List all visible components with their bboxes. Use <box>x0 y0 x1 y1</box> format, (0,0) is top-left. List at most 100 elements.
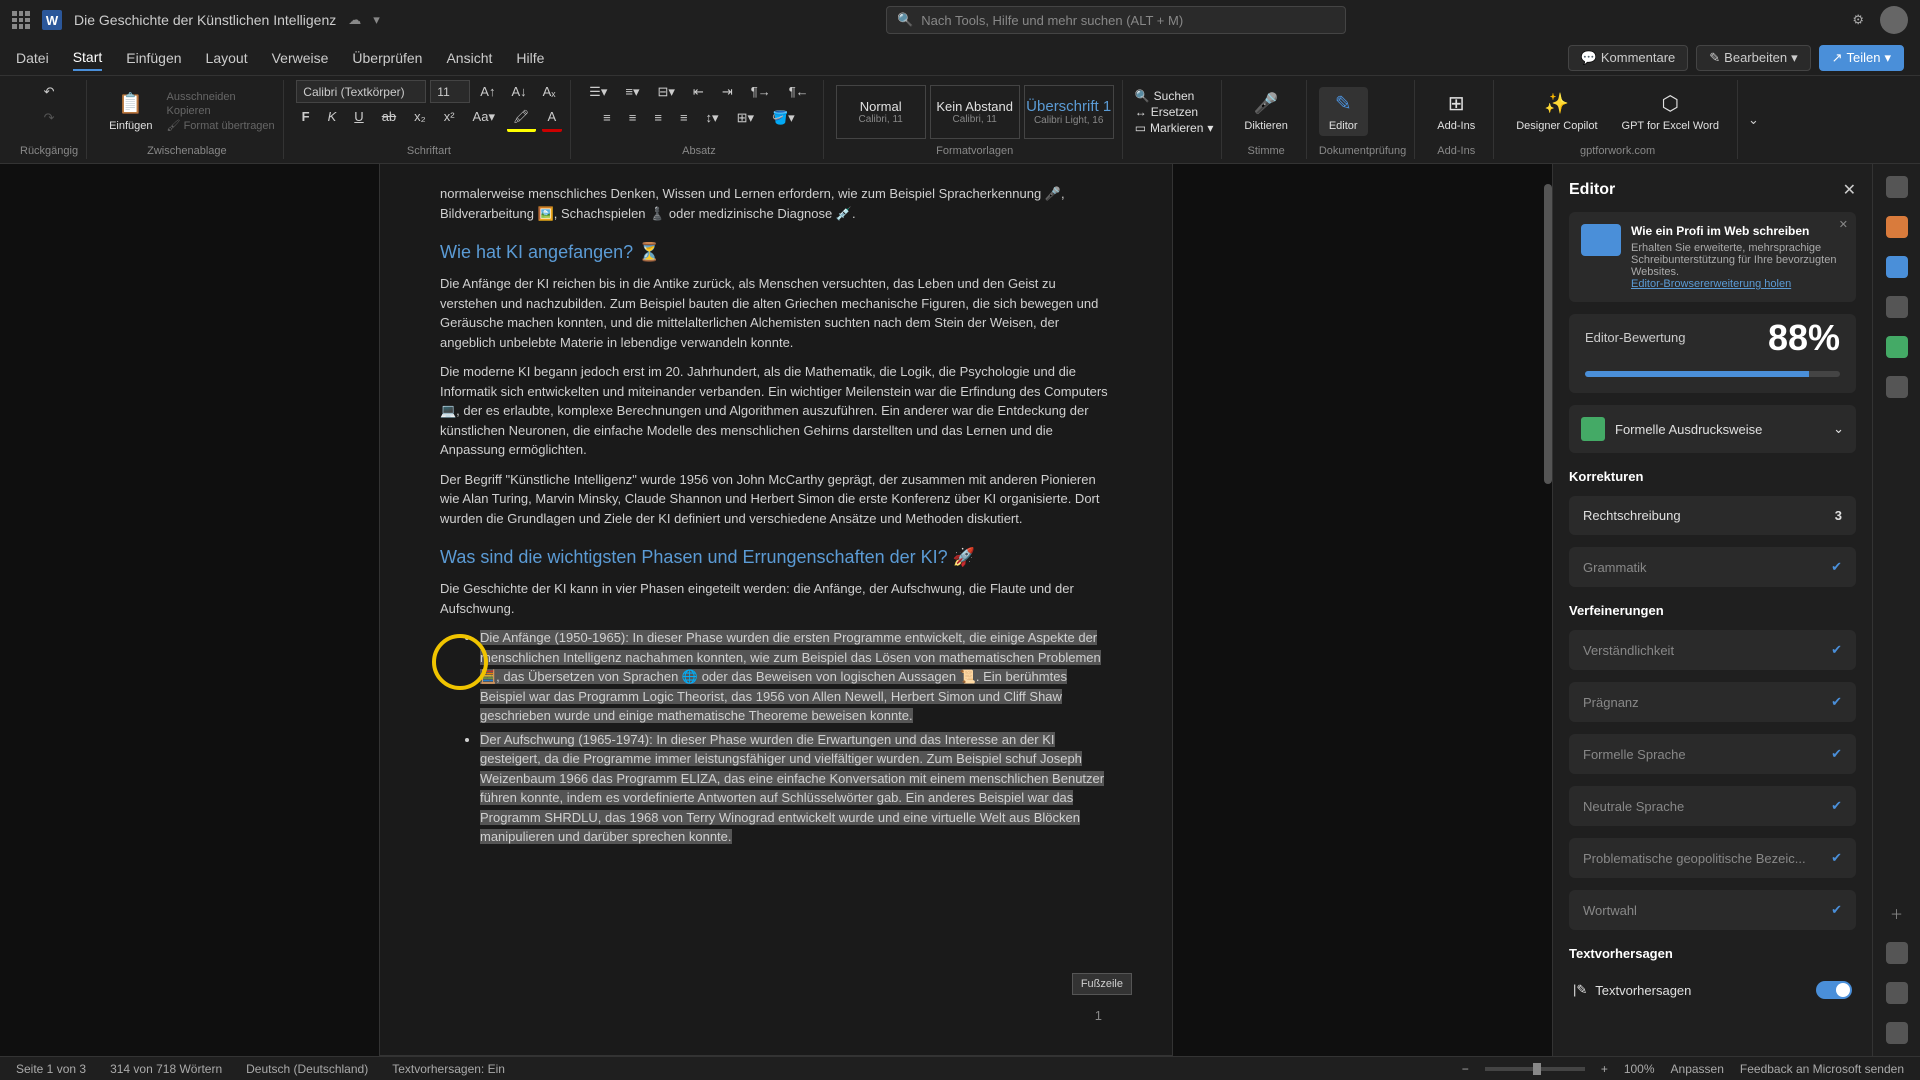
dropdown-icon[interactable]: ▾ <box>373 12 380 28</box>
writing-style-selector[interactable]: Formelle Ausdrucksweise ⌄ <box>1569 405 1856 453</box>
score-card[interactable]: Editor-Bewertung 88% <box>1569 314 1856 393</box>
rail-app-icon[interactable] <box>1886 256 1908 278</box>
underline-button[interactable]: U <box>348 105 369 132</box>
predictions-toggle[interactable] <box>1816 981 1852 999</box>
promo-link[interactable]: Editor-Browsererweiterung holen <box>1631 278 1791 290</box>
refinement-item[interactable]: Wortwahl <box>1569 890 1856 930</box>
justify-button[interactable]: ≡ <box>674 106 694 130</box>
case-button[interactable]: Aa▾ <box>467 105 501 132</box>
page-indicator[interactable]: Seite 1 von 3 <box>16 1062 86 1076</box>
cut-button[interactable]: Ausschneiden <box>167 91 275 103</box>
redo-button[interactable]: ↷ <box>38 106 61 130</box>
refinement-item[interactable]: Prägnanz <box>1569 682 1856 722</box>
list-item[interactable]: Die Anfänge (1950-1965): In dieser Phase… <box>480 628 1112 726</box>
tab-datei[interactable]: Datei <box>16 46 49 70</box>
font-size-select[interactable] <box>430 80 470 103</box>
highlight-button[interactable]: 🖍 <box>507 105 536 132</box>
ribbon-collapse-button[interactable]: ⌄ <box>1742 108 1765 132</box>
select-button[interactable]: ▭ Markieren ▾ <box>1135 121 1214 135</box>
italic-button[interactable]: K <box>322 105 343 132</box>
line-spacing-button[interactable]: ↕▾ <box>700 106 725 130</box>
rail-app-icon[interactable] <box>1886 296 1908 318</box>
bullets-button[interactable]: ☰▾ <box>583 80 613 104</box>
refinement-item[interactable]: Formelle Sprache <box>1569 734 1856 774</box>
rail-app-icon[interactable] <box>1886 982 1908 1004</box>
edit-mode-button[interactable]: ✎ Bearbeiten ▾ <box>1696 45 1810 71</box>
format-painter-button[interactable]: 🖌 Format übertragen <box>167 119 275 132</box>
refinement-item[interactable]: Neutrale Sprache <box>1569 786 1856 826</box>
find-button[interactable]: 🔍 Suchen <box>1135 89 1214 103</box>
rail-app-icon[interactable] <box>1886 376 1908 398</box>
editor-ribbon-button[interactable]: ✎ Editor <box>1319 87 1368 136</box>
tab-layout[interactable]: Layout <box>206 46 248 70</box>
close-icon[interactable]: ✕ <box>1843 180 1856 200</box>
font-color-button[interactable]: A <box>542 105 563 132</box>
heading[interactable]: Wie hat KI angefangen? ⏳ <box>440 239 1112 266</box>
user-avatar[interactable] <box>1880 6 1908 34</box>
gpt-button[interactable]: ⬡ GPT for Excel Word <box>1612 87 1729 136</box>
grow-font-button[interactable]: A↑ <box>474 80 501 103</box>
rtl-button[interactable]: ¶← <box>783 80 815 104</box>
language-indicator[interactable]: Deutsch (Deutschland) <box>246 1062 368 1076</box>
app-launcher-icon[interactable] <box>12 11 30 29</box>
paste-button[interactable]: 📋 Einfügen <box>99 87 162 136</box>
strike-button[interactable]: ab <box>376 105 402 132</box>
refinement-item[interactable]: Problematische geopolitische Bezeic... <box>1569 838 1856 878</box>
style-normal[interactable]: Normal Calibri, 11 <box>836 85 926 139</box>
tab-start[interactable]: Start <box>73 45 103 71</box>
predictions-status[interactable]: Textvorhersagen: Ein <box>392 1062 505 1076</box>
paragraph[interactable]: Die Geschichte der KI kann in vier Phase… <box>440 579 1112 618</box>
paragraph[interactable]: Die Anfänge der KI reichen bis in die An… <box>440 274 1112 352</box>
dictate-button[interactable]: 🎤 Diktieren <box>1234 87 1297 136</box>
borders-button[interactable]: ⊞▾ <box>731 106 760 130</box>
promo-close-icon[interactable]: ✕ <box>1839 218 1848 231</box>
list-item[interactable]: Der Aufschwung (1965-1974): In dieser Ph… <box>480 730 1112 847</box>
tab-hilfe[interactable]: Hilfe <box>516 46 544 70</box>
scrollbar-thumb[interactable] <box>1544 184 1552 484</box>
rail-app-icon[interactable] <box>1886 942 1908 964</box>
refinement-item[interactable]: Verständlichkeit <box>1569 630 1856 670</box>
copy-button[interactable]: Kopieren <box>167 105 275 117</box>
rail-copilot-icon[interactable] <box>1886 216 1908 238</box>
feedback-link[interactable]: Feedback an Microsoft senden <box>1740 1062 1904 1076</box>
subscript-button[interactable]: x₂ <box>408 105 432 132</box>
multilevel-button[interactable]: ⊟▾ <box>651 80 680 104</box>
ltr-button[interactable]: ¶→ <box>745 80 777 104</box>
rail-app-icon[interactable] <box>1886 1022 1908 1044</box>
bold-button[interactable]: F <box>296 105 316 132</box>
rail-app-icon[interactable] <box>1886 336 1908 358</box>
align-left-button[interactable]: ≡ <box>597 106 617 130</box>
shrink-font-button[interactable]: A↓ <box>505 80 532 103</box>
outdent-button[interactable]: ⇤ <box>687 80 710 104</box>
grammar-item[interactable]: Grammatik <box>1569 547 1856 587</box>
tab-ansicht[interactable]: Ansicht <box>446 46 492 70</box>
copilot-button[interactable]: ✨ Designer Copilot <box>1506 87 1607 136</box>
indent-button[interactable]: ⇥ <box>716 80 739 104</box>
tab-verweise[interactable]: Verweise <box>272 46 329 70</box>
undo-button[interactable]: ↶ <box>38 80 61 104</box>
clear-format-button[interactable]: Aₓ <box>537 80 562 103</box>
rail-search-icon[interactable] <box>1886 176 1908 198</box>
document-title[interactable]: Die Geschichte der Künstlichen Intellige… <box>74 12 336 28</box>
rail-add-icon[interactable]: ＋ <box>1886 902 1908 924</box>
paragraph[interactable]: Die moderne KI begann jedoch erst im 20.… <box>440 362 1112 460</box>
style-heading1[interactable]: Überschrift 1 Calibri Light, 16 <box>1024 85 1114 139</box>
document-canvas[interactable]: normalerweise menschliches Denken, Wisse… <box>0 164 1552 1056</box>
search-input[interactable]: 🔍 Nach Tools, Hilfe und mehr suchen (ALT… <box>886 6 1346 34</box>
font-family-select[interactable] <box>296 80 426 103</box>
replace-button[interactable]: ↔ Ersetzen <box>1135 105 1214 119</box>
footer-label[interactable]: Fußzeile <box>1072 973 1132 996</box>
paragraph[interactable]: Der Begriff "Künstliche Intelligenz" wur… <box>440 470 1112 529</box>
align-center-button[interactable]: ≡ <box>623 106 643 130</box>
fit-button[interactable]: Anpassen <box>1671 1062 1724 1076</box>
addins-button[interactable]: ⊞ Add-Ins <box>1427 87 1485 136</box>
zoom-out-button[interactable]: − <box>1462 1062 1469 1076</box>
zoom-slider[interactable] <box>1485 1067 1585 1071</box>
paragraph[interactable]: normalerweise menschliches Denken, Wisse… <box>440 184 1112 223</box>
tab-einfuegen[interactable]: Einfügen <box>126 46 181 70</box>
tab-ueberpruefen[interactable]: Überprüfen <box>352 46 422 70</box>
shading-button[interactable]: 🪣▾ <box>766 106 801 130</box>
superscript-button[interactable]: x² <box>438 105 461 132</box>
spelling-item[interactable]: Rechtschreibung 3 <box>1569 496 1856 535</box>
align-right-button[interactable]: ≡ <box>648 106 668 130</box>
